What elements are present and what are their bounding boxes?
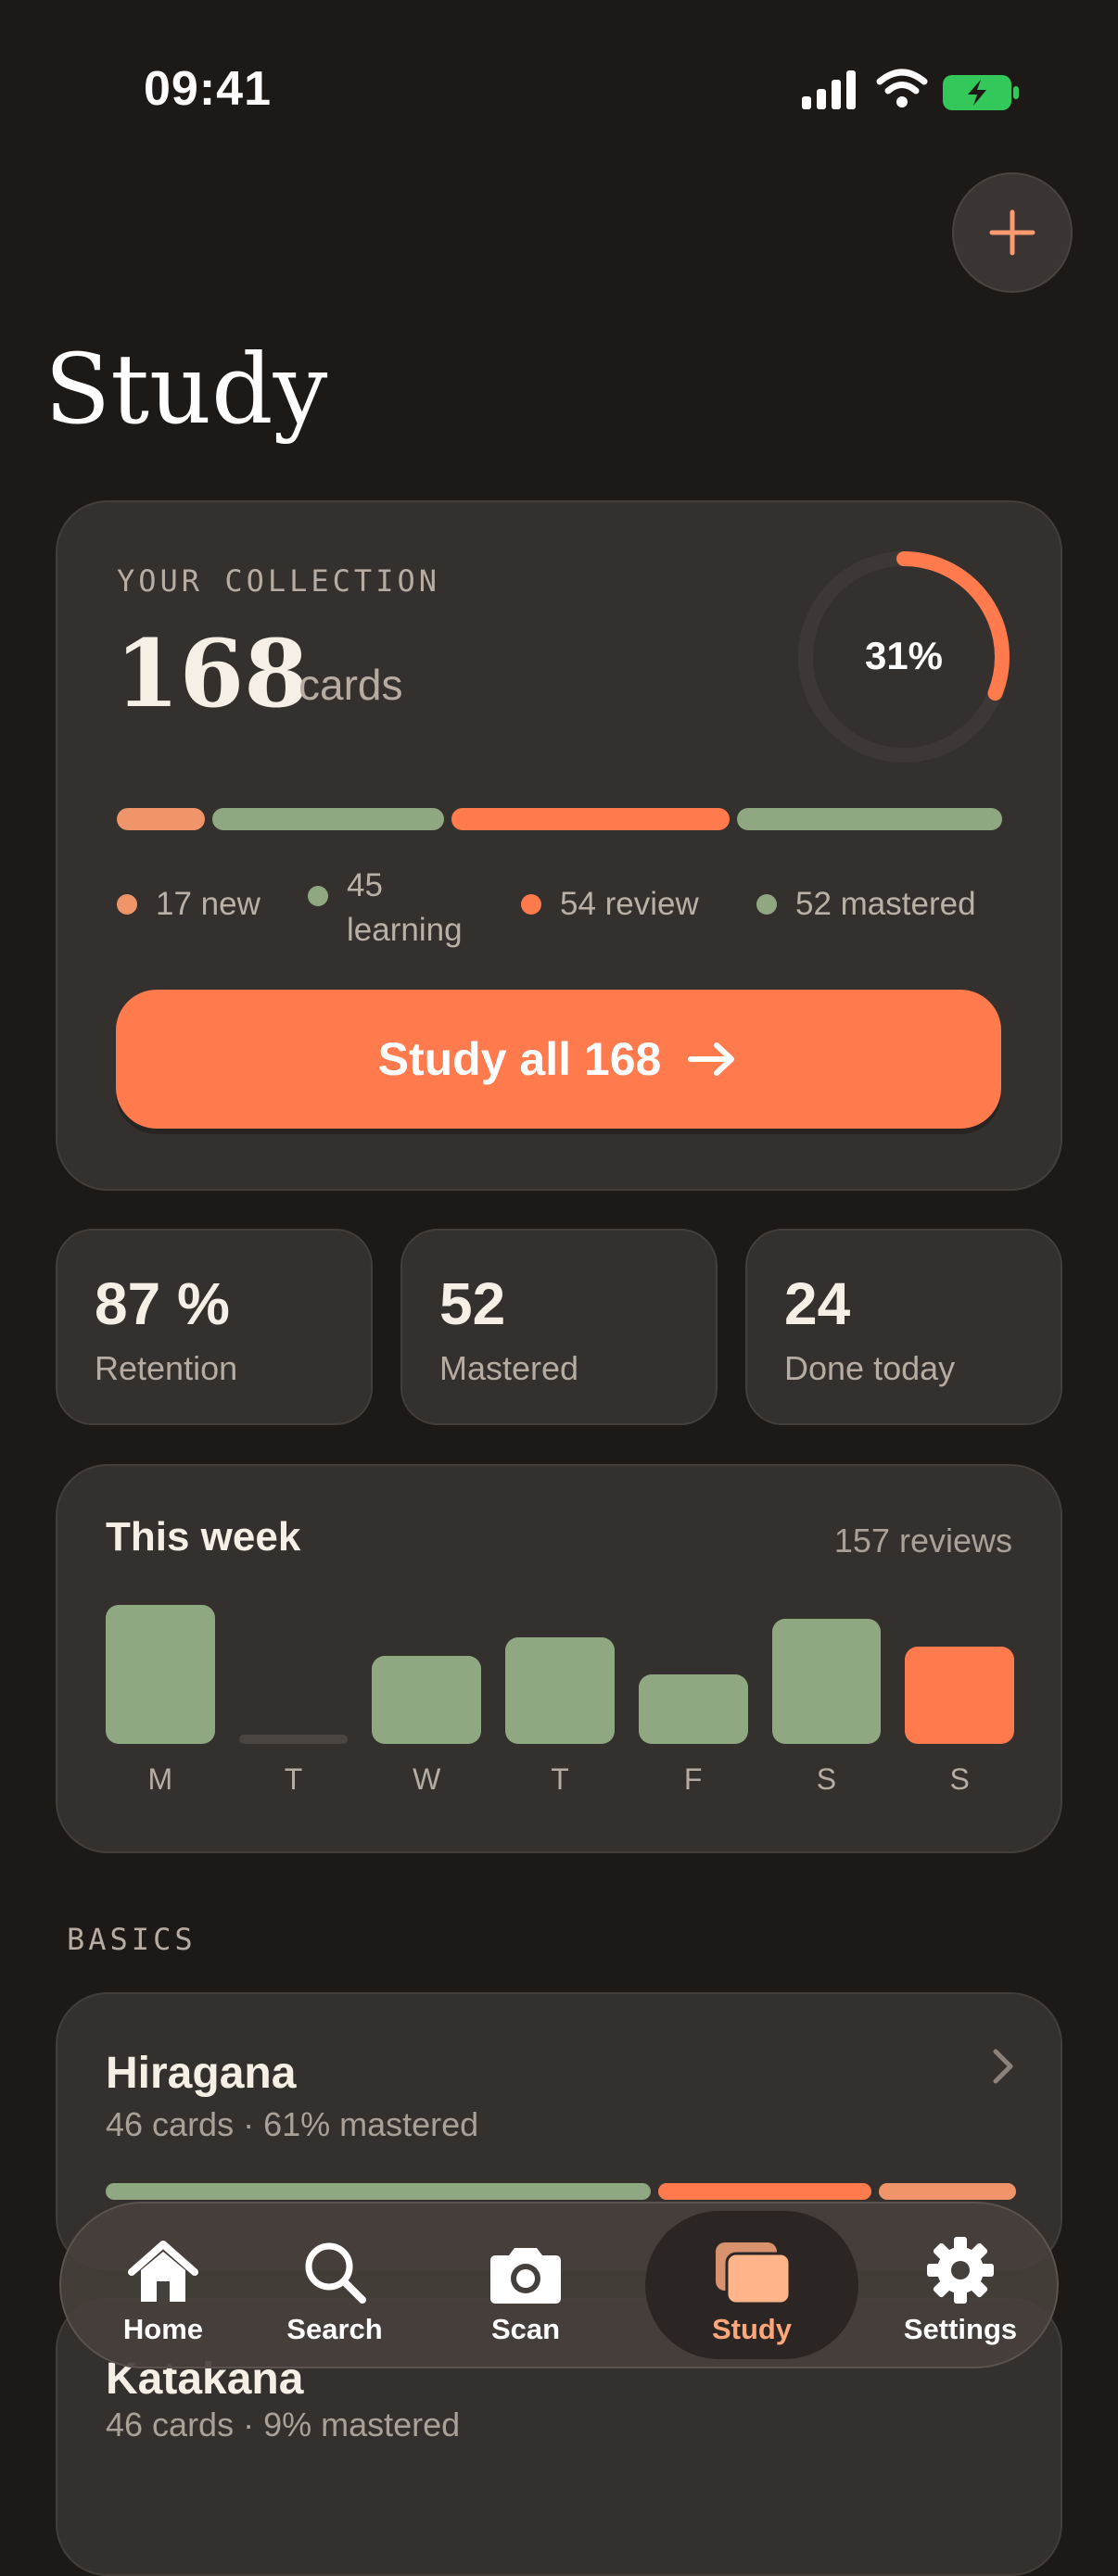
week-day-label: W [413, 1762, 441, 1796]
legend-review: 54 review [521, 886, 699, 923]
week-bar [106, 1605, 215, 1744]
gear-icon [927, 2237, 994, 2304]
collection-label: YOUR COLLECTION [117, 563, 440, 599]
tab-home[interactable]: Home [61, 2203, 265, 2367]
collection-unit: cards [299, 661, 403, 709]
segment-new [879, 2183, 1016, 2200]
week-bar [505, 1637, 615, 1744]
camera-icon [490, 2248, 561, 2304]
tab-scan[interactable]: Scan [438, 2203, 614, 2367]
add-button[interactable] [952, 172, 1073, 293]
legend-text: 45 learning [347, 867, 463, 948]
tab-study[interactable]: Study [645, 2211, 858, 2359]
stat-mastered: 52 Mastered [400, 1229, 718, 1425]
segment-learning [212, 808, 444, 830]
legend-new: 17 new [117, 886, 260, 923]
collection-count: 168 [115, 619, 309, 728]
legend-learning: 45 learning [308, 864, 463, 953]
segment-mastered [737, 808, 1002, 830]
battery-icon [943, 75, 1019, 110]
segment-review [658, 2183, 871, 2200]
week-bar [238, 1735, 349, 1744]
status-time: 09:41 [144, 62, 272, 116]
cards-icon [716, 2242, 792, 2305]
week-card: This week 157 reviews M T W T F S S [56, 1464, 1062, 1853]
week-day-label: F [683, 1762, 703, 1796]
week-bar [905, 1647, 1014, 1744]
tab-label: Settings [903, 2313, 1018, 2345]
week-day-label: T [551, 1762, 569, 1796]
legend-dot [521, 894, 541, 915]
stat-label: Mastered [439, 1349, 579, 1387]
page-title: Study [44, 333, 328, 446]
segment-review [451, 808, 730, 830]
legend-text: 17 new [156, 886, 260, 922]
week-bar [372, 1656, 482, 1744]
week-bar-chart: MTWTFSS [106, 1605, 1014, 1837]
week-total: 157 reviews [833, 1522, 1012, 1559]
tab-label: Scan [490, 2313, 561, 2345]
legend-text: 54 review [560, 886, 699, 922]
stat-label: Done today [784, 1349, 956, 1387]
legend-dot [308, 886, 328, 906]
stat-label: Retention [95, 1349, 238, 1387]
week-day-label: S [816, 1762, 837, 1796]
home-icon [128, 2241, 198, 2302]
segment-mastered [106, 2183, 651, 2200]
progress-percent: 31% [864, 634, 944, 677]
legend-text: 52 mastered [795, 886, 976, 922]
tab-settings[interactable]: Settings [868, 2203, 1053, 2367]
stat-value: 24 [784, 1270, 851, 1337]
segment-new [117, 808, 205, 830]
collection-segment-bar [117, 808, 1002, 830]
stat-value: 87 % [95, 1270, 230, 1337]
week-title: This week [106, 1514, 301, 1559]
tab-label: Search [286, 2313, 383, 2345]
chevron-right-icon [993, 2049, 1013, 2084]
deck-meta: 46 cards · 9% mastered [106, 2406, 461, 2443]
week-day-label: T [284, 1762, 303, 1796]
tab-bar: Home Search Scan Study Settings [59, 2202, 1059, 2368]
deck-name: Hiragana [106, 2049, 297, 2098]
study-all-button[interactable]: Study all 168 [116, 990, 1001, 1129]
arrow-right-icon [688, 1042, 735, 1076]
wifi-icon [876, 69, 928, 107]
section-label: BASICS [67, 1922, 197, 1957]
week-day-label: M [147, 1762, 173, 1796]
tab-label: Home [122, 2313, 204, 2345]
legend-dot [117, 894, 137, 915]
plus-icon [989, 209, 1035, 256]
legend-mastered: 52 mastered [756, 886, 976, 923]
week-day-label: S [949, 1762, 970, 1796]
study-all-label: Study all 168 [377, 1033, 662, 1085]
deck-meta: 46 cards · 61% mastered [106, 2105, 479, 2143]
stat-value: 52 [439, 1270, 506, 1337]
tab-label: Study [711, 2313, 793, 2345]
stat-done-today: 24 Done today [745, 1229, 1062, 1425]
signal-icon [802, 70, 856, 109]
week-bar [638, 1674, 748, 1744]
search-icon [305, 2242, 366, 2304]
week-bar [771, 1619, 882, 1744]
legend-dot [756, 894, 777, 915]
deck-progress-bar [106, 2183, 1016, 2200]
tab-search[interactable]: Search [247, 2203, 423, 2367]
stat-retention: 87 % Retention [56, 1229, 373, 1425]
